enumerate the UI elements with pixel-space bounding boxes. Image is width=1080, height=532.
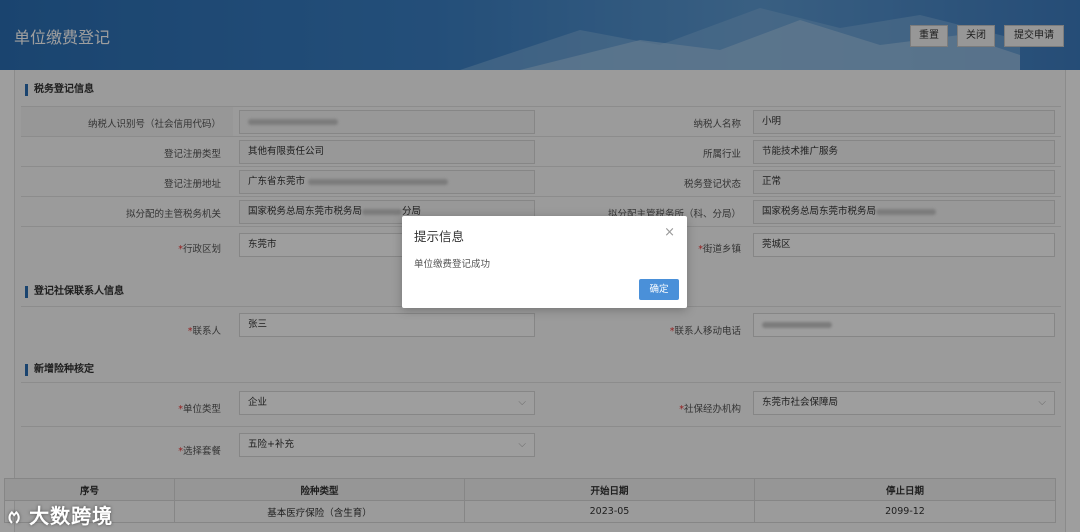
info-dialog: 提示信息 × 单位缴费登记成功 确定 <box>402 216 687 308</box>
close-icon[interactable]: × <box>664 225 675 240</box>
confirm-button[interactable]: 确定 <box>639 279 679 300</box>
watermark-logo: ᱬ 大数跨境 <box>8 504 114 528</box>
logo-icon: ᱬ <box>8 508 22 527</box>
dialog-title: 提示信息 <box>414 229 465 244</box>
dialog-message: 单位缴费登记成功 <box>414 259 491 270</box>
